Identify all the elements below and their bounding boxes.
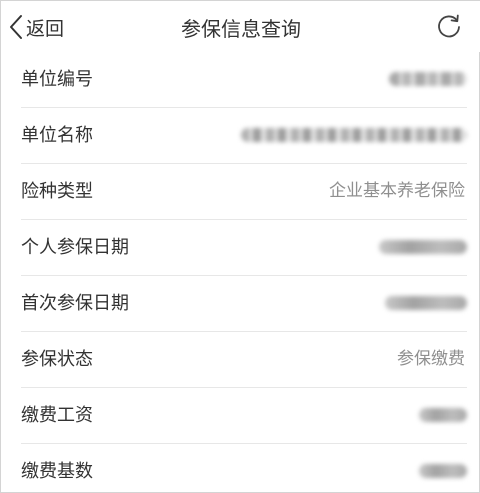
back-label: 返回 bbox=[26, 17, 65, 40]
row-unit-name: 单位名称 bbox=[1, 108, 480, 164]
row-label: 单位编号 bbox=[21, 69, 93, 90]
back-button[interactable]: 返回 bbox=[9, 13, 64, 41]
redacted-value bbox=[379, 240, 467, 254]
row-unit-number: 单位编号 bbox=[1, 52, 480, 108]
row-first-enroll-date: 首次参保日期 bbox=[1, 276, 480, 332]
row-label: 缴费基数 bbox=[21, 461, 93, 482]
refresh-button[interactable] bbox=[435, 13, 463, 41]
info-list: 单位编号 单位名称 险种类型 企业基本养老保险 个人参保日期 首次参保日期 参保… bbox=[1, 52, 480, 493]
redacted-value bbox=[389, 72, 467, 86]
chevron-left-icon bbox=[10, 15, 22, 39]
row-value: 参保缴费 bbox=[397, 349, 465, 369]
redacted-value bbox=[385, 296, 467, 310]
page-title: 参保信息查询 bbox=[181, 17, 301, 41]
row-value: 企业基本养老保险 bbox=[329, 181, 465, 201]
row-label: 参保状态 bbox=[21, 349, 93, 370]
row-label: 个人参保日期 bbox=[21, 237, 129, 258]
redacted-value bbox=[241, 128, 467, 142]
redacted-value bbox=[419, 464, 467, 478]
refresh-icon bbox=[438, 14, 460, 38]
row-personal-enroll-date: 个人参保日期 bbox=[1, 220, 480, 276]
row-label: 缴费工资 bbox=[21, 405, 93, 426]
row-contribution-wage: 缴费工资 bbox=[1, 388, 480, 444]
row-contribution-base: 缴费基数 bbox=[1, 444, 480, 493]
row-enroll-status: 参保状态 参保缴费 bbox=[1, 332, 480, 388]
row-insurance-type: 险种类型 企业基本养老保险 bbox=[1, 164, 480, 220]
row-label: 首次参保日期 bbox=[21, 293, 129, 314]
row-label: 单位名称 bbox=[21, 125, 93, 146]
nav-bar: 返回 参保信息查询 bbox=[1, 1, 480, 52]
redacted-value bbox=[419, 408, 467, 422]
row-label: 险种类型 bbox=[21, 181, 93, 202]
screen-frame: 返回 参保信息查询 单位编号 单位名称 险种类型 企业基本养老保险 个人参保日期 bbox=[0, 0, 480, 493]
